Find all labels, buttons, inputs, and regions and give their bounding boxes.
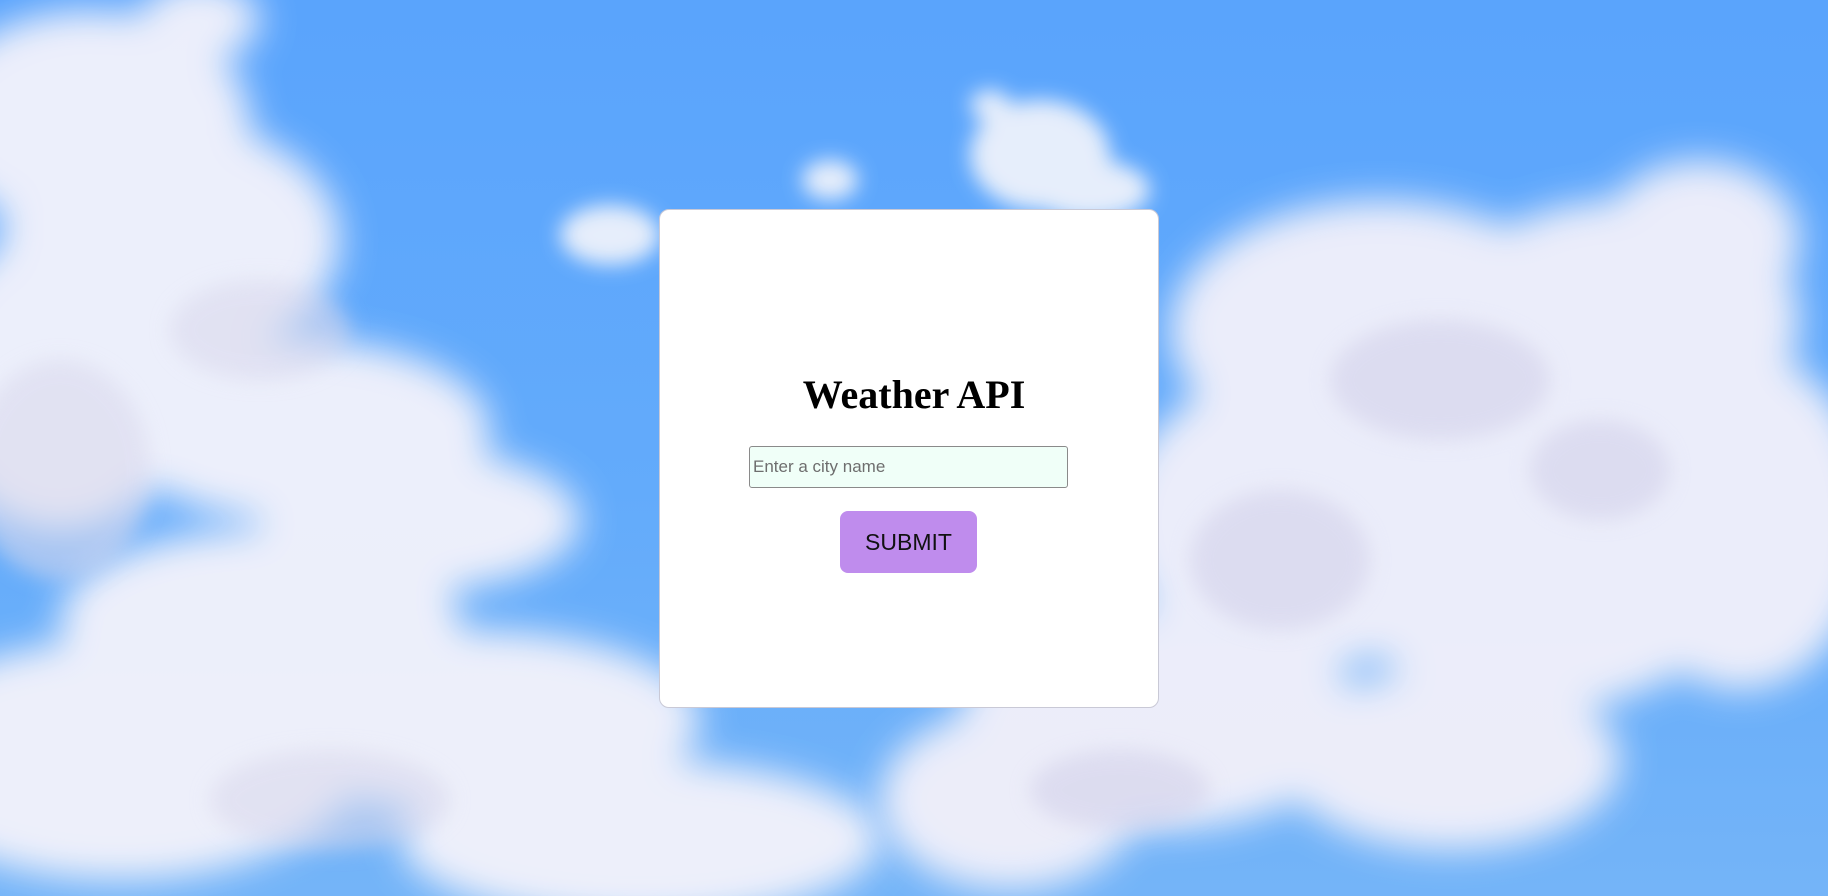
city-search-input[interactable]: [749, 446, 1068, 488]
submit-button[interactable]: SUBMIT: [840, 511, 977, 573]
page-title: Weather API: [802, 372, 1026, 417]
